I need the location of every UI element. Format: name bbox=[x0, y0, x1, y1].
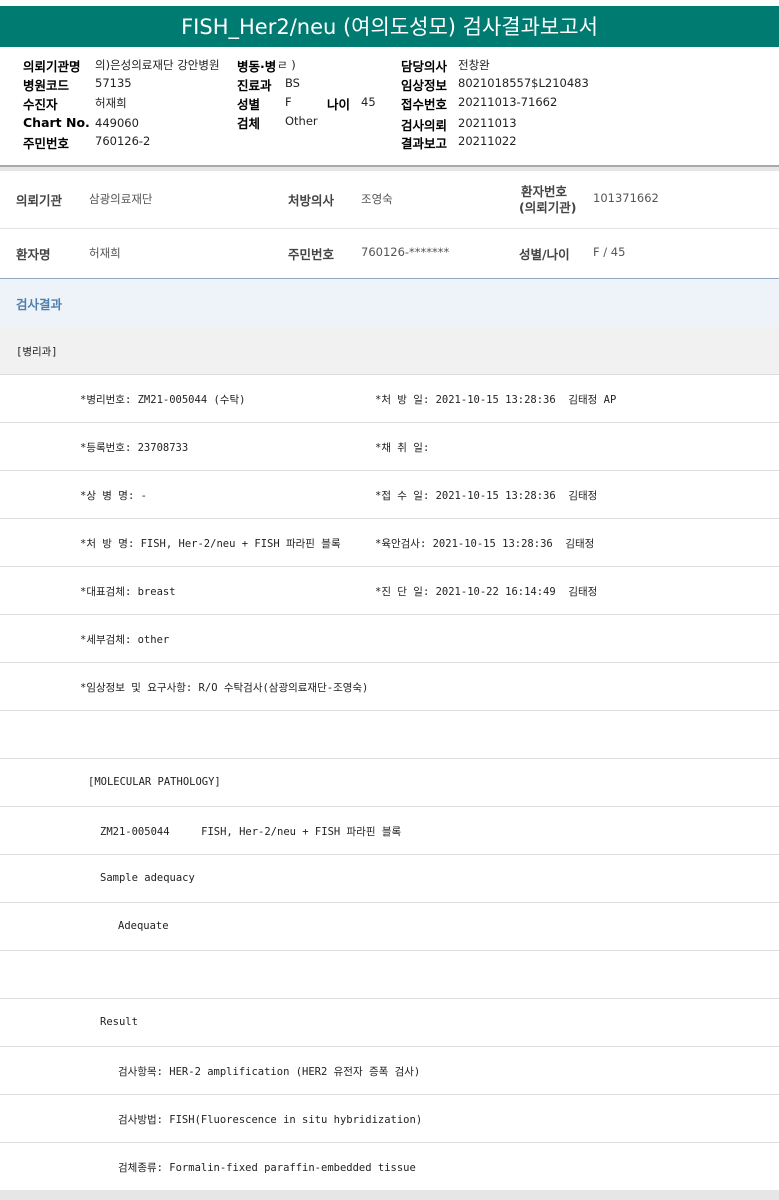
report-line-left: 검체종류: Formalin-fixed paraffin-embedded t… bbox=[118, 1162, 416, 1174]
report-line-left: *처 방 명: FISH, Her-2/neu + FISH 파라핀 블록 bbox=[80, 538, 341, 550]
sex-age-label: 성별/나이 bbox=[519, 247, 570, 262]
sex-value: F bbox=[285, 95, 292, 109]
specimen-label: 검체 bbox=[237, 116, 261, 131]
result-section-header: 검사결과 bbox=[0, 278, 779, 328]
report-line: *상 병 명: - *접 수 일: 2021-10-15 13:28:36 김태정 bbox=[0, 471, 779, 519]
report-line-right: *채 취 일: bbox=[375, 442, 430, 454]
prescriber-label: 처방의사 bbox=[288, 193, 335, 208]
hosp-code-value: 57135 bbox=[95, 76, 132, 90]
chart-label: Chart No. bbox=[23, 115, 90, 130]
report-line-left: *임상정보 및 요구사항: R/O 수탁검사(삼광의료재단-조영숙) bbox=[80, 682, 369, 694]
chart-value: 449060 bbox=[95, 116, 139, 130]
report-line: [MOLECULAR PATHOLOGY] bbox=[0, 759, 779, 807]
report-line: 검사방법: FISH(Fluorescence in situ hybridiz… bbox=[0, 1095, 779, 1143]
sex-label: 성별 bbox=[237, 97, 261, 112]
request-date-label: 검사의뢰 bbox=[401, 118, 448, 133]
name-value: 허재희 bbox=[89, 246, 121, 260]
req-org-value: 삼광의료재단 bbox=[89, 192, 153, 206]
report-line: ZM21-005044 FISH, Her-2/neu + FISH 파라핀 블… bbox=[0, 807, 779, 855]
report-line-right: *접 수 일: 2021-10-15 13:28:36 김태정 bbox=[375, 490, 598, 502]
report-line: 검체종류: Formalin-fixed paraffin-embedded t… bbox=[0, 1143, 779, 1191]
doctor-value: 전창완 bbox=[458, 58, 490, 72]
rrn-label: 주민번호 bbox=[288, 247, 335, 262]
receipt-value: 20211013-71662 bbox=[458, 95, 558, 109]
report-line-left: *상 병 명: - bbox=[80, 490, 147, 502]
doctor-label: 담당의사 bbox=[401, 59, 448, 74]
rrn-value: 760126-2 bbox=[95, 134, 151, 148]
result-section-title: 검사결과 bbox=[16, 297, 63, 312]
hosp-code-label: 병원코드 bbox=[23, 78, 70, 93]
report-line-left: [MOLECULAR PATHOLOGY] bbox=[88, 776, 221, 788]
footer-bar bbox=[0, 1190, 779, 1200]
subject-value: 허재희 bbox=[95, 96, 127, 110]
subject-label: 수진자 bbox=[23, 97, 58, 112]
report-line-left: 검사방법: FISH(Fluorescence in situ hybridiz… bbox=[118, 1114, 423, 1126]
receipt-label: 접수번호 bbox=[401, 97, 448, 112]
report-line bbox=[0, 951, 779, 999]
sex-age-value: F / 45 bbox=[593, 245, 626, 259]
age-label: 나이 bbox=[327, 97, 351, 112]
report-line: *등록번호: 23708733 *채 취 일: bbox=[0, 423, 779, 471]
rrn-value: 760126-******* bbox=[361, 245, 450, 259]
report-line: *병리번호: ZM21-005044 (수탁) *처 방 일: 2021-10-1… bbox=[0, 375, 779, 423]
report-line-left: *등록번호: 23708733 bbox=[80, 442, 189, 454]
report-line-left: Result bbox=[100, 1016, 138, 1028]
name-label: 환자명 bbox=[16, 247, 51, 262]
report-line: *임상정보 및 요구사항: R/O 수탁검사(삼광의료재단-조영숙) bbox=[0, 663, 779, 711]
req-org-label: 의뢰기관 bbox=[16, 193, 63, 208]
patient-no-value: 101371662 bbox=[593, 191, 659, 205]
report-line-left: ZM21-005044 FISH, Her-2/neu + FISH 파라핀 블… bbox=[100, 826, 402, 838]
report-line-left: *세부검체: other bbox=[80, 634, 170, 646]
rrn-label: 주민번호 bbox=[23, 136, 70, 151]
report-line: 검사항목: HER-2 amplification (HER2 유전자 증폭 검… bbox=[0, 1047, 779, 1095]
patient-no-sublabel: (의뢰기관) bbox=[519, 200, 577, 215]
report-line-right: *육안검사: 2021-10-15 13:28:36 김태정 bbox=[375, 538, 595, 550]
report-line-left: *병리번호: ZM21-005044 (수탁) bbox=[80, 394, 246, 406]
dept-label: 진료과 bbox=[237, 78, 272, 93]
clinical-label: 임상정보 bbox=[401, 78, 448, 93]
report-line-left: Sample adequacy bbox=[100, 872, 195, 884]
report-line: Sample adequacy bbox=[0, 855, 779, 903]
report-line: Adequate bbox=[0, 903, 779, 951]
report-line-right: *처 방 일: 2021-10-15 13:28:36 김태정 AP bbox=[375, 394, 617, 406]
specimen-value: Other bbox=[285, 114, 318, 128]
report-header: 의뢰기관명 의)은성의료재단 강안병원 병동·병 ㄹ ) 담당의사 전창완 병원… bbox=[0, 47, 779, 167]
age-value: 45 bbox=[361, 95, 376, 109]
report-date-label: 결과보고 bbox=[401, 136, 448, 151]
ward-value: ㄹ ) bbox=[277, 58, 296, 72]
report-date-value: 20211022 bbox=[458, 134, 517, 148]
request-date-value: 20211013 bbox=[458, 116, 517, 130]
prescriber-value: 조영숙 bbox=[361, 192, 393, 206]
report-line: *처 방 명: FISH, Her-2/neu + FISH 파라핀 블록 *육안… bbox=[0, 519, 779, 567]
report-line: *세부검체: other bbox=[0, 615, 779, 663]
req-org-label: 의뢰기관명 bbox=[23, 59, 81, 74]
patient-info-row-1: 의뢰기관 삼광의료재단 처방의사 조영숙 환자번호 (의뢰기관) 1013716… bbox=[0, 171, 779, 229]
report-line-left: 검사항목: HER-2 amplification (HER2 유전자 증폭 검… bbox=[118, 1066, 421, 1078]
clinical-value: 8021018557$L210483 bbox=[458, 76, 589, 90]
report-line-left: *대표검체: breast bbox=[80, 586, 176, 598]
dept-value: BS bbox=[285, 76, 300, 90]
report-line bbox=[0, 711, 779, 759]
report-line: *대표검체: breast *진 단 일: 2021-10-22 16:14:49… bbox=[0, 567, 779, 615]
report-line: [병리과] bbox=[0, 327, 779, 375]
report-line: Result bbox=[0, 999, 779, 1047]
req-org-value: 의)은성의료재단 강안병원 bbox=[95, 58, 220, 72]
report-line-left: Adequate bbox=[118, 920, 169, 932]
report-line-right: *진 단 일: 2021-10-22 16:14:49 김태정 bbox=[375, 586, 598, 598]
patient-info-row-2: 환자명 허재희 주민번호 760126-******* 성별/나이 F / 45 bbox=[0, 229, 779, 277]
report-title: FISH_Her2/neu (여의도성모) 검사결과보고서 bbox=[0, 6, 779, 47]
ward-label: 병동·병 bbox=[237, 59, 277, 74]
report-line-left: [병리과] bbox=[16, 346, 58, 358]
